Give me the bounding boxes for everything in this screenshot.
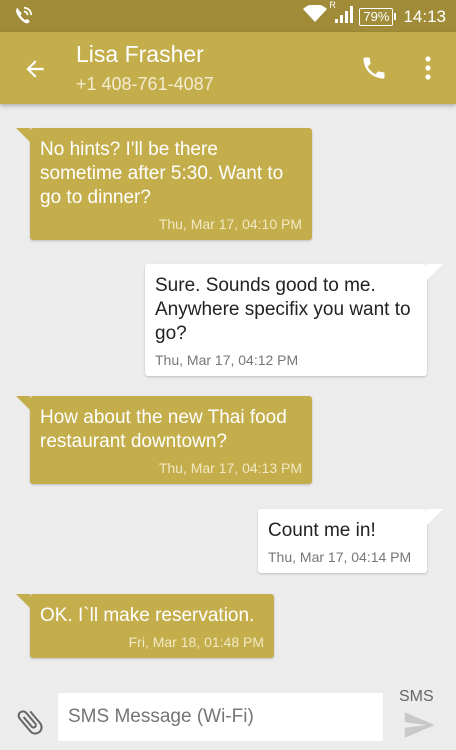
message-timestamp: Thu, Mar 17, 04:10 PM	[158, 216, 302, 232]
message-timestamp: Thu, Mar 17, 04:13 PM	[158, 460, 302, 476]
message-bubble-outgoing[interactable]: Count me in! Thu, Mar 17, 04:14 PM	[258, 509, 443, 573]
message-bubble-incoming[interactable]: No hints? I'll be there sometime after 5…	[16, 128, 312, 240]
back-arrow-icon[interactable]	[22, 56, 48, 82]
roaming-indicator: R	[329, 0, 336, 10]
phone-icon[interactable]	[360, 54, 388, 82]
message-text: Count me in!	[268, 520, 376, 541]
paperclip-icon[interactable]	[14, 706, 46, 738]
message-bubble-outgoing[interactable]: Sure. Sounds good to me. Anywhere specif…	[145, 264, 443, 376]
message-timestamp: Fri, Mar 18, 01:48 PM	[128, 634, 264, 650]
contact-phone-number: +1 408-761-4087	[76, 74, 214, 94]
sms-message-input[interactable]	[58, 693, 383, 741]
status-bar: R 79% 14:13	[0, 0, 456, 32]
signal-icon: R	[329, 0, 354, 29]
status-time: 14:13	[403, 6, 446, 26]
message-text: How about the new Thai food restaurant d…	[40, 407, 287, 452]
send-icon[interactable]	[400, 708, 438, 742]
message-bubble-incoming[interactable]: OK. I`ll make reservation. Fri, Mar 18, …	[16, 594, 274, 658]
message-bubble-incoming[interactable]: How about the new Thai food restaurant d…	[16, 396, 312, 484]
message-text: OK. I`ll make reservation.	[40, 605, 255, 626]
conversation-header: Lisa Frasher +1 408-761-4087	[0, 32, 456, 104]
message-text: No hints? I'll be there sometime after 5…	[40, 139, 284, 208]
contact-name: Lisa Frasher	[76, 41, 204, 67]
send-mode-label: SMS	[399, 688, 434, 705]
message-text: Sure. Sounds good to me. Anywhere specif…	[155, 275, 411, 344]
more-vert-icon[interactable]	[418, 54, 438, 82]
battery-icon: 79%	[359, 7, 397, 26]
message-timestamp: Thu, Mar 17, 04:12 PM	[155, 352, 299, 368]
message-timestamp: Thu, Mar 17, 04:14 PM	[268, 549, 412, 565]
wifi-calling-icon	[12, 5, 34, 32]
wifi-icon	[303, 4, 328, 28]
